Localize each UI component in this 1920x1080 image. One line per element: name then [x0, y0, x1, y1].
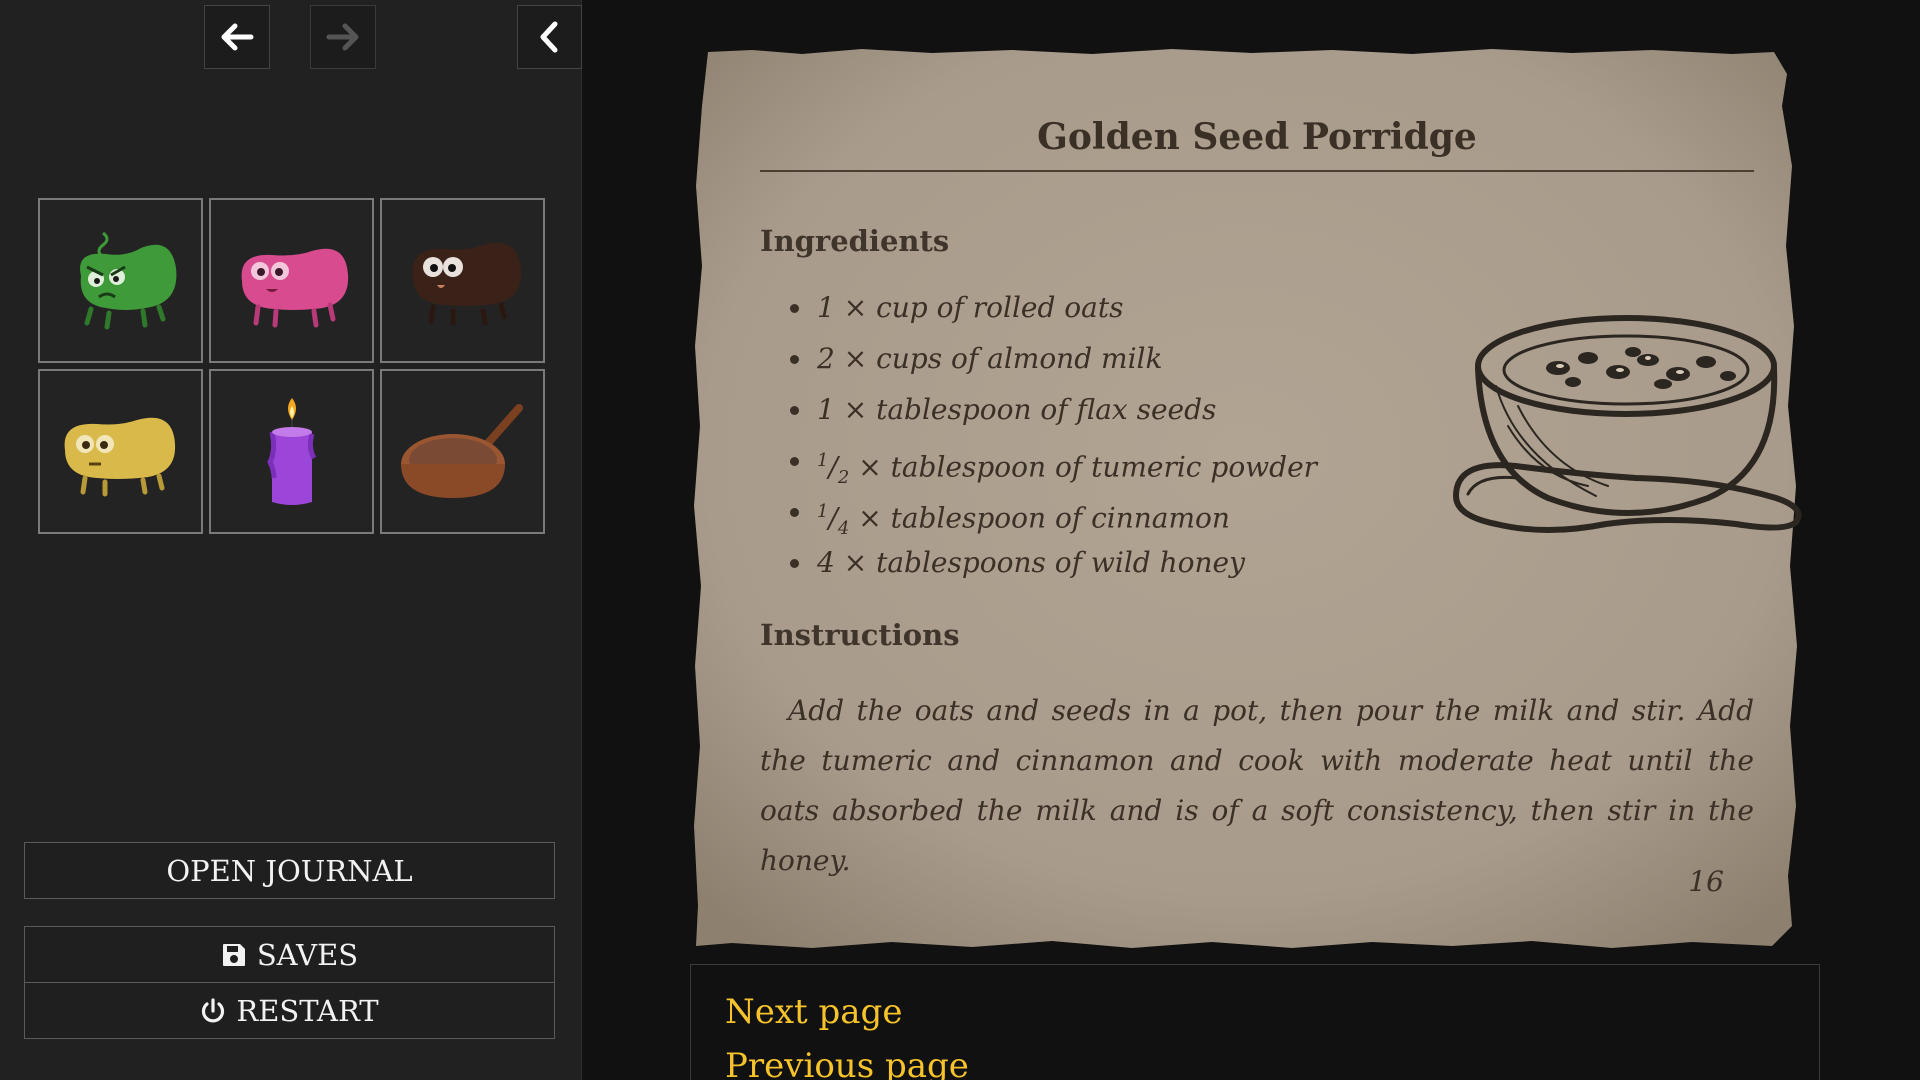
brown-bean-icon — [412, 242, 521, 325]
porridge-bowl-icon — [1453, 315, 1802, 533]
sidebar: OPEN JOURNAL SAVES RESTART — [0, 0, 582, 1080]
chevron-left-icon — [540, 21, 557, 53]
green-bean-icon — [79, 231, 176, 329]
pink-bean-icon — [241, 248, 348, 327]
ingredient-text: × tablespoons of wild honey — [834, 546, 1245, 579]
arrow-right-icon — [326, 23, 359, 51]
ingredients-heading: Ingredients — [760, 224, 950, 258]
page-number: 16 — [1688, 865, 1724, 898]
recipe-title: Golden Seed Porridge — [760, 116, 1754, 172]
open-journal-label: OPEN JOURNAL — [166, 853, 413, 888]
restart-label: RESTART — [236, 993, 379, 1028]
inventory-slot-candle[interactable] — [209, 369, 374, 534]
ingredient-quantity: 1 — [817, 393, 835, 426]
previous-page-link[interactable]: Previous page — [725, 1039, 1785, 1080]
instructions-heading: Instructions — [760, 618, 960, 652]
fraction-denominator: 2 — [837, 466, 850, 488]
saves-label: SAVES — [256, 937, 359, 972]
forward-button[interactable] — [310, 5, 376, 69]
ingredient-text: × tablespoon of tumeric powder — [849, 450, 1318, 484]
pan-icon — [400, 403, 523, 498]
candle-icon — [266, 397, 316, 505]
ingredient-text: × cup of rolled oats — [834, 291, 1124, 324]
inventory-slot-brown-bean[interactable] — [380, 198, 545, 363]
ingredient-text: × cups of almond milk — [834, 342, 1163, 375]
power-icon — [202, 997, 225, 1022]
recipe-content: Golden Seed Porridge Ingredients 1 × cup… — [760, 116, 1802, 936]
fraction-denominator: 4 — [837, 517, 850, 539]
ingredient-quantity: 4 — [817, 546, 835, 579]
inventory-slot-yellow-bean[interactable] — [38, 369, 203, 534]
back-button[interactable] — [204, 5, 270, 69]
arrow-left-icon — [221, 23, 254, 51]
inventory-grid — [38, 198, 546, 534]
saves-button[interactable]: SAVES — [24, 926, 555, 983]
floppy-disk-icon — [222, 943, 245, 966]
inventory-slot-pink-bean[interactable] — [209, 198, 374, 363]
inventory-slot-frying-pan[interactable] — [380, 369, 545, 534]
fraction-numerator: 1 — [817, 501, 829, 522]
fraction-numerator: 1 — [817, 450, 829, 471]
ingredient-quantity: 2 — [817, 342, 835, 375]
open-journal-button[interactable]: OPEN JOURNAL — [24, 842, 555, 899]
ingredient-text: × tablespoon of flax seeds — [834, 393, 1217, 426]
yellow-bean-icon — [64, 417, 175, 496]
choices-panel: Next page Previous page — [690, 964, 1820, 1080]
collapse-sidebar-button[interactable] — [517, 5, 582, 69]
recipe-page: Golden Seed Porridge Ingredients 1 × cup… — [692, 46, 1814, 954]
ingredient-text: × tablespoon of cinnamon — [849, 501, 1230, 535]
ingredient-quantity: 1 — [817, 291, 835, 324]
instructions-text: Add the oats and seeds in a pot, then po… — [760, 694, 1754, 877]
inventory-slot-green-bean[interactable] — [38, 198, 203, 363]
restart-button[interactable]: RESTART — [24, 982, 555, 1039]
next-page-link[interactable]: Next page — [725, 985, 1785, 1039]
